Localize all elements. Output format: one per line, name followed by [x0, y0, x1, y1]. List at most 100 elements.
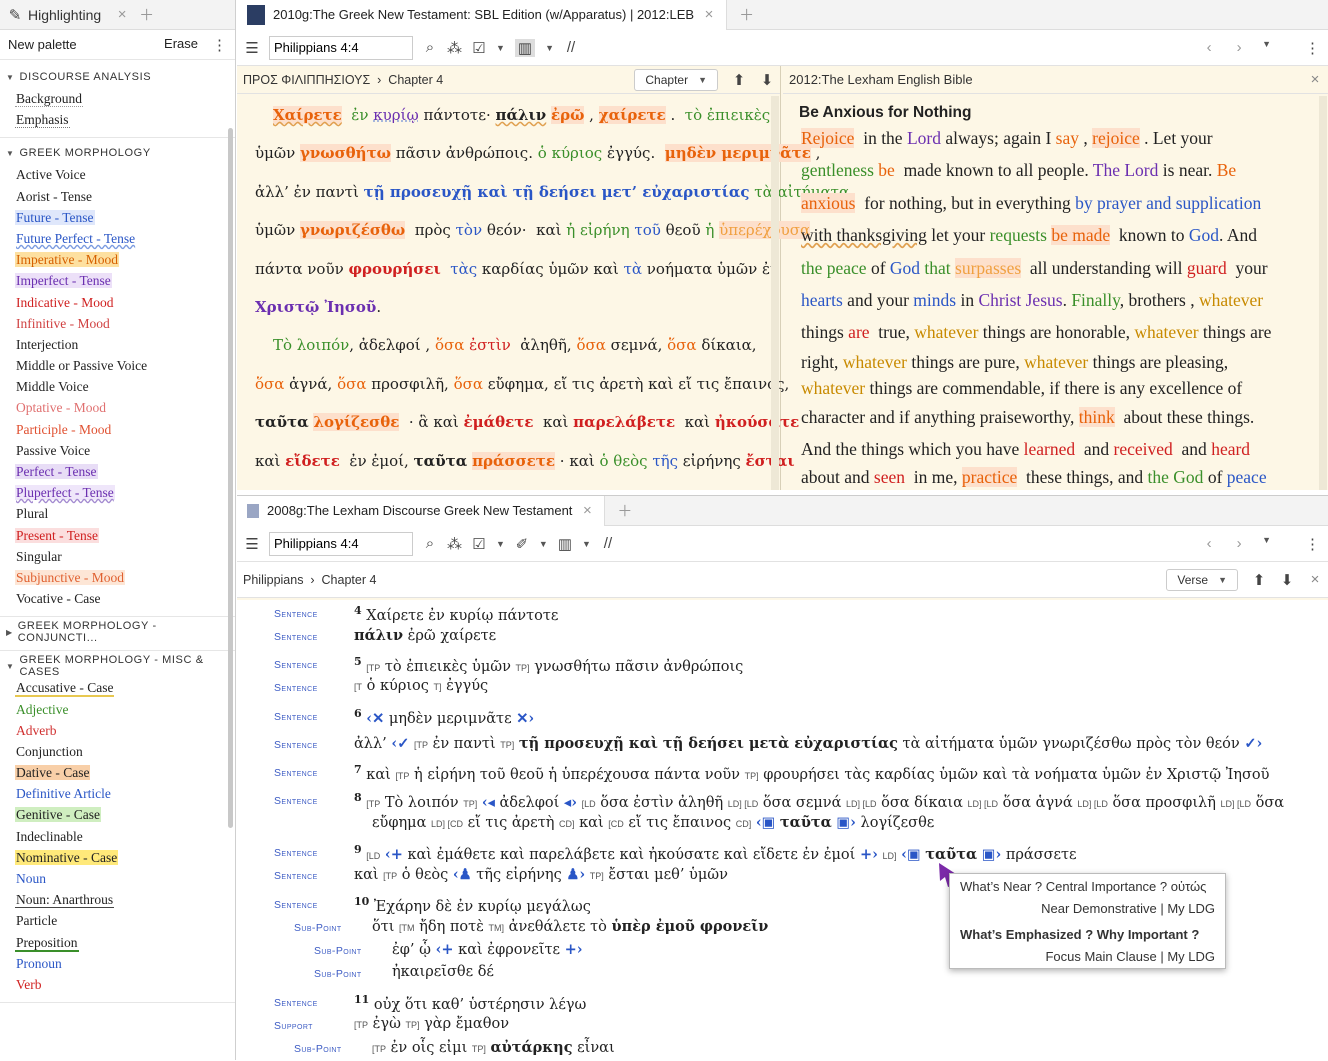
- highlight-style-item[interactable]: Accusative - Case: [0, 677, 235, 698]
- breadcrumb-book[interactable]: Philippians: [243, 573, 303, 587]
- search-icon[interactable]: ⌕: [423, 39, 437, 56]
- highlight-style-item[interactable]: Infinitive - Mood: [0, 313, 235, 334]
- add-tab-icon[interactable]: ＋: [617, 500, 632, 521]
- close-icon[interactable]: ×: [1308, 71, 1322, 88]
- highlight-style-item[interactable]: Present - Tense: [0, 525, 235, 546]
- highlight-style-item[interactable]: Dative - Case: [0, 762, 235, 783]
- highlight-style-item[interactable]: Singular: [0, 546, 235, 567]
- palette-scrollbar[interactable]: [228, 128, 233, 828]
- close-icon[interactable]: ×: [1308, 571, 1322, 588]
- close-icon[interactable]: ×: [702, 6, 716, 23]
- highlight-style-item[interactable]: Passive Voice: [0, 440, 235, 461]
- parallel-icon[interactable]: ▥: [558, 535, 572, 553]
- palette-tab-title[interactable]: Highlighting: [28, 7, 101, 23]
- highlight-style-item[interactable]: Noun: Anarthrous: [0, 889, 235, 910]
- highlight-style-item[interactable]: Noun: [0, 868, 235, 889]
- english-scrollbar[interactable]: [1319, 96, 1327, 490]
- chevron-down-icon[interactable]: ▼: [582, 539, 591, 549]
- tooltip-answer-1[interactable]: Near Demonstrative | My LDG: [1041, 901, 1215, 916]
- visual-filters-icon[interactable]: ⁂: [447, 535, 462, 553]
- slash-icon[interactable]: //: [564, 39, 578, 56]
- search-icon[interactable]: ⌕: [423, 535, 437, 552]
- highlight-style-item[interactable]: Perfect - Tense: [0, 461, 235, 482]
- new-palette-button[interactable]: New palette: [8, 37, 77, 52]
- highlight-tool-icon[interactable]: ✐: [515, 535, 529, 553]
- next-arrow-icon[interactable]: ⬇: [760, 71, 774, 89]
- add-tab-icon[interactable]: ＋: [739, 4, 754, 25]
- highlight-style-item[interactable]: Aorist - Tense: [0, 186, 235, 207]
- more-options-icon[interactable]: ⋮: [212, 36, 227, 54]
- erase-button[interactable]: Erase: [164, 36, 198, 54]
- close-icon[interactable]: ×: [580, 502, 594, 519]
- scope-dropdown[interactable]: Verse ▼: [1166, 568, 1238, 591]
- highlight-style-item[interactable]: Optative - Mood: [0, 397, 235, 418]
- breadcrumb-chapter[interactable]: Chapter 4: [322, 573, 377, 587]
- highlight-style-item[interactable]: Indicative - Mood: [0, 292, 235, 313]
- tooltip-answer-2[interactable]: Focus Main Clause | My LDG: [1045, 949, 1215, 964]
- chevron-down-icon[interactable]: ▼: [1262, 535, 1271, 553]
- chevron-down-icon[interactable]: ▼: [496, 43, 505, 53]
- forward-icon[interactable]: ›: [1232, 535, 1246, 553]
- highlight-style-item[interactable]: Emphasis: [0, 109, 235, 130]
- more-options-icon[interactable]: ⋮: [1305, 535, 1320, 553]
- menu-icon[interactable]: ☰: [245, 535, 259, 553]
- next-arrow-icon[interactable]: ⬇: [1280, 571, 1294, 589]
- highlight-style-item[interactable]: Imperative - Mood: [0, 249, 235, 270]
- greek-scrollbar[interactable]: [771, 96, 779, 490]
- highlight-style-label: Vocative - Case: [16, 591, 101, 607]
- highlight-style-item[interactable]: Imperfect - Tense: [0, 270, 235, 291]
- highlight-style-item[interactable]: Future - Tense: [0, 207, 235, 228]
- highlight-style-item[interactable]: Pronoun: [0, 953, 235, 974]
- forward-icon[interactable]: ›: [1232, 39, 1246, 57]
- highlight-style-item[interactable]: Active Voice: [0, 164, 235, 185]
- previous-arrow-icon[interactable]: ⬆: [1252, 571, 1266, 589]
- highlight-style-item[interactable]: Future Perfect - Tense: [0, 228, 235, 249]
- highlight-style-item[interactable]: Middle Voice: [0, 376, 235, 397]
- highlight-style-item[interactable]: Conjunction: [0, 741, 235, 762]
- palette-section-header[interactable]: ▼ GREEK MORPHOLOGY: [0, 142, 235, 164]
- palette-section-header[interactable]: ▶ GREEK MORPHOLOGY - CONJUNCTI...: [0, 620, 235, 644]
- highlight-style-item[interactable]: Pluperfect - Tense: [0, 482, 235, 503]
- highlight-style-item[interactable]: Plural: [0, 503, 235, 524]
- bottom-document-tab[interactable]: 2008g:The Lexham Discourse Greek New Tes…: [237, 495, 606, 526]
- highlight-style-item[interactable]: Definitive Article: [0, 783, 235, 804]
- highlight-style-item[interactable]: Nominative - Case: [0, 847, 235, 868]
- highlight-style-item[interactable]: Genitive - Case: [0, 804, 235, 825]
- highlight-style-item[interactable]: Subjunctive - Mood: [0, 567, 235, 588]
- chevron-down-icon[interactable]: ▼: [1262, 39, 1271, 57]
- top-document-tab[interactable]: 2010g:The Greek New Testament: SBL Editi…: [237, 0, 728, 30]
- menu-icon[interactable]: ☰: [245, 39, 259, 57]
- highlight-style-item[interactable]: Interjection: [0, 334, 235, 355]
- chevron-down-icon[interactable]: ▼: [539, 539, 548, 549]
- highlight-style-item[interactable]: Vocative - Case: [0, 588, 235, 609]
- breadcrumb-book[interactable]: ΠΡΟΣ ΦΙΛΙΠΠΗΣΙΟΥΣ: [243, 73, 370, 87]
- highlight-style-item[interactable]: Indeclinable: [0, 826, 235, 847]
- highlight-style-item[interactable]: Adverb: [0, 720, 235, 741]
- add-tab-icon[interactable]: ＋: [139, 4, 154, 25]
- chevron-down-icon[interactable]: ▼: [496, 539, 505, 549]
- highlight-style-item[interactable]: Verb: [0, 974, 235, 995]
- close-icon[interactable]: ×: [115, 6, 129, 23]
- reference-input[interactable]: [269, 531, 413, 556]
- visual-filters-icon[interactable]: ⁂: [447, 39, 462, 57]
- parallel-icon[interactable]: ▥: [514, 38, 536, 57]
- back-icon[interactable]: ‹: [1202, 39, 1216, 57]
- previous-arrow-icon[interactable]: ⬆: [732, 71, 746, 89]
- palette-section-header[interactable]: ▼ GREEK MORPHOLOGY - MISC & CASES: [0, 654, 235, 678]
- highlight-style-item[interactable]: Background: [0, 88, 235, 109]
- reference-input[interactable]: [269, 35, 413, 60]
- scope-dropdown[interactable]: Chapter ▼: [634, 68, 718, 91]
- checkbox-icon[interactable]: ☑: [472, 39, 486, 57]
- palette-section-header[interactable]: ▼ DISCOURSE ANALYSIS: [0, 66, 235, 88]
- chevron-down-icon[interactable]: ▼: [545, 43, 554, 53]
- highlight-style-item[interactable]: Adjective: [0, 699, 235, 720]
- highlight-style-item[interactable]: Particle: [0, 910, 235, 931]
- highlight-style-item[interactable]: Preposition: [0, 932, 235, 953]
- highlight-style-item[interactable]: Middle or Passive Voice: [0, 355, 235, 376]
- back-icon[interactable]: ‹: [1202, 535, 1216, 553]
- highlight-style-item[interactable]: Participle - Mood: [0, 419, 235, 440]
- more-options-icon[interactable]: ⋮: [1305, 39, 1320, 57]
- breadcrumb-chapter[interactable]: Chapter 4: [388, 73, 443, 87]
- slash-icon[interactable]: //: [601, 535, 615, 552]
- checkbox-icon[interactable]: ☑: [472, 535, 486, 553]
